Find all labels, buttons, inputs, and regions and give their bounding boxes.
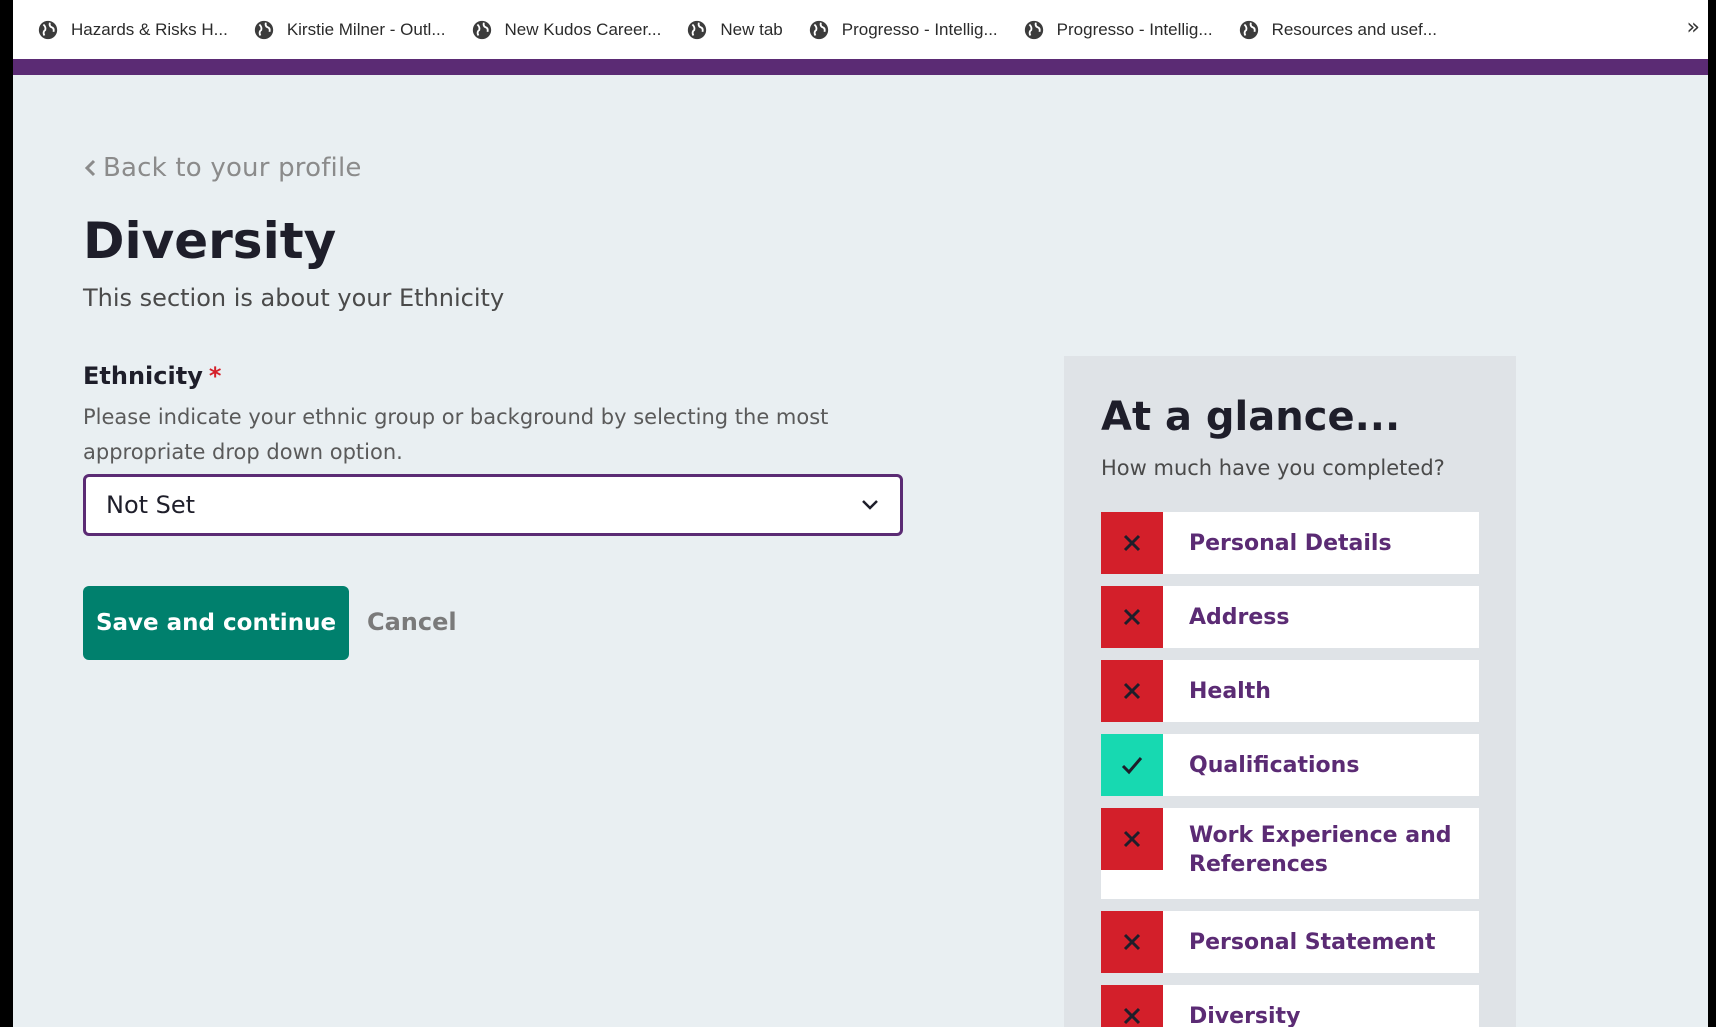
cancel-button[interactable]: Cancel: [367, 600, 457, 644]
incomplete-status: [1101, 586, 1163, 648]
cross-icon: [1123, 933, 1141, 951]
progress-item-label: Work Experience and References: [1189, 823, 1452, 877]
bookmark-item[interactable]: New tab: [686, 19, 783, 41]
at-a-glance-panel: At a glance... How much have you complet…: [1064, 356, 1516, 1027]
progress-item-qualifications[interactable]: Qualifications: [1101, 734, 1479, 796]
globe-icon: [809, 20, 828, 39]
bookmark-item[interactable]: New Kudos Career...: [471, 19, 662, 41]
bookmark-label: Progresso - Intellig...: [1056, 19, 1213, 39]
chevron-left-icon: [84, 159, 96, 177]
ethnicity-selected-value: Not Set: [106, 491, 196, 519]
globe-icon: [688, 20, 707, 39]
ethnicity-label: Ethnicity *: [83, 362, 221, 390]
cross-icon: [1123, 830, 1141, 848]
chevron-down-icon: [862, 500, 878, 510]
bookmark-label: New Kudos Career...: [504, 19, 662, 39]
glance-subtitle: How much have you completed?: [1101, 456, 1445, 480]
globe-icon: [1024, 20, 1043, 39]
progress-item-personal-details[interactable]: Personal Details: [1101, 512, 1479, 574]
page-title: Diversity: [83, 212, 337, 270]
incomplete-status: [1101, 660, 1163, 722]
progress-item-diversity[interactable]: Diversity: [1101, 985, 1479, 1027]
cross-icon: [1123, 534, 1141, 552]
bookmark-item[interactable]: Hazards & Risks H...: [37, 19, 228, 41]
progress-list: Personal Details Address Health Qualific…: [1101, 512, 1479, 1027]
ethnicity-select[interactable]: Not Set: [83, 474, 903, 536]
progress-item-label: Diversity: [1189, 1003, 1301, 1027]
ethnicity-help-text: Please indicate your ethnic group or bac…: [83, 405, 829, 464]
incomplete-status: [1101, 911, 1163, 973]
ethnicity-label-text: Ethnicity: [83, 362, 203, 390]
progress-item-personal-statement[interactable]: Personal Statement: [1101, 911, 1479, 973]
checkmark-icon: [1121, 757, 1143, 775]
bookmark-label: Resources and usef...: [1271, 19, 1437, 39]
site-header-bar: [13, 59, 1708, 75]
bookmark-item[interactable]: Progresso - Intellig...: [808, 19, 998, 41]
bookmark-label: Progresso - Intellig...: [841, 19, 998, 39]
progress-item-label: Personal Details: [1189, 530, 1392, 556]
save-and-continue-button[interactable]: Save and continue: [83, 586, 349, 660]
globe-icon: [1239, 20, 1258, 39]
progress-item-health[interactable]: Health: [1101, 660, 1479, 722]
incomplete-status: [1101, 808, 1163, 870]
bookmark-label: Kirstie Milner - Outl...: [286, 19, 446, 39]
incomplete-status: [1101, 512, 1163, 574]
bookmarks-bar: Hazards & Risks H... Kirstie Milner - Ou…: [13, 0, 1708, 59]
cross-icon: [1123, 608, 1141, 626]
globe-icon: [254, 20, 273, 39]
progress-item-label: Personal Statement: [1189, 929, 1436, 955]
back-to-profile-link[interactable]: Back to your profile: [83, 153, 362, 183]
bookmark-label: New tab: [720, 19, 783, 39]
bookmark-label: Hazards & Risks H...: [71, 19, 228, 39]
progress-item-label: Address: [1189, 604, 1290, 630]
page-subtitle: This section is about your Ethnicity: [83, 284, 505, 312]
globe-icon: [472, 20, 491, 39]
glance-title: At a glance...: [1101, 394, 1401, 440]
browser-viewport: Hazards & Risks H... Kirstie Milner - Ou…: [13, 0, 1708, 1027]
progress-item-address[interactable]: Address: [1101, 586, 1479, 648]
progress-item-label: Health: [1189, 678, 1271, 704]
cross-icon: [1123, 1007, 1141, 1025]
progress-item-work-experience[interactable]: Work Experience and References: [1101, 808, 1479, 899]
globe-icon: [38, 20, 58, 39]
complete-status: [1101, 734, 1163, 796]
progress-item-label: Qualifications: [1189, 752, 1360, 778]
bookmark-item[interactable]: Kirstie Milner - Outl...: [253, 19, 446, 41]
required-marker: *: [208, 362, 222, 390]
bookmark-item[interactable]: Resources and usef...: [1238, 19, 1437, 41]
bookmarks-overflow-button[interactable]: »: [1687, 15, 1700, 40]
incomplete-status: [1101, 985, 1163, 1027]
bookmark-item[interactable]: Progresso - Intellig...: [1023, 19, 1213, 41]
back-link-label: Back to your profile: [103, 153, 362, 183]
cross-icon: [1123, 682, 1141, 700]
